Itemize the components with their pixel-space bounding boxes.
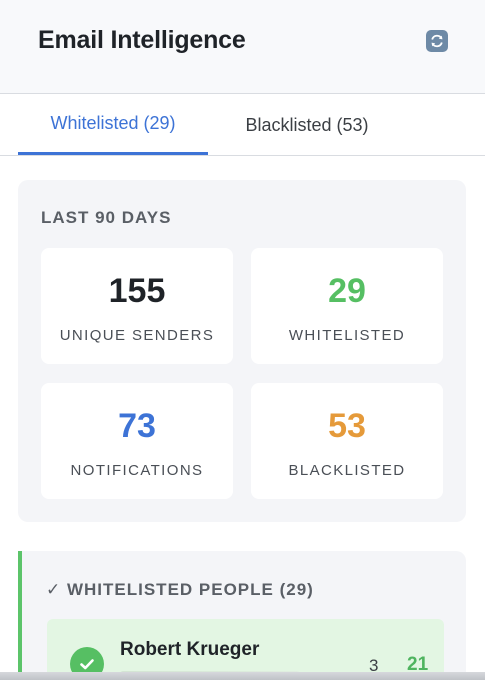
page-title: Email Intelligence bbox=[38, 26, 246, 54]
stat-card-notifications: 73 NOTIFICATIONS bbox=[41, 383, 233, 499]
tab-blacklisted[interactable]: Blacklisted (53) bbox=[212, 95, 402, 155]
person-name: Robert Krueger bbox=[120, 639, 260, 660]
stat-label: BLACKLISTED bbox=[288, 462, 406, 479]
bottom-edge bbox=[0, 672, 485, 680]
stat-card-blacklisted: 53 BLACKLISTED bbox=[251, 383, 443, 499]
stat-value: 53 bbox=[328, 407, 366, 445]
refresh-icon[interactable] bbox=[426, 30, 448, 52]
stat-label: WHITELISTED bbox=[288, 327, 406, 344]
stat-label: UNIQUE SENDERS bbox=[59, 327, 215, 344]
stat-card-whitelisted: 29 WHITELISTED bbox=[251, 248, 443, 364]
whitelisted-people-panel: ✓ WHITELISTED PEOPLE (29) Robert Krueger… bbox=[18, 551, 466, 680]
stat-value: 29 bbox=[328, 272, 366, 310]
stat-value: 73 bbox=[118, 407, 156, 445]
stat-value: 155 bbox=[108, 272, 166, 310]
tab-bar: Whitelisted (29) Blacklisted (53) bbox=[0, 95, 485, 156]
tab-whitelisted[interactable]: Whitelisted (29) bbox=[18, 95, 208, 155]
stat-label: NOTIFICATIONS bbox=[70, 462, 204, 479]
app-header: Email Intelligence bbox=[0, 0, 485, 94]
stats-heading: LAST 90 DAYS bbox=[41, 208, 172, 227]
person-row[interactable]: Robert Krueger 3 21 bbox=[47, 619, 444, 680]
stats-panel: LAST 90 DAYS 155 UNIQUE SENDERS 29 WHITE… bbox=[18, 180, 466, 522]
people-heading: ✓ WHITELISTED PEOPLE (29) bbox=[46, 580, 314, 599]
stat-card-unique-senders: 155 UNIQUE SENDERS bbox=[41, 248, 233, 364]
